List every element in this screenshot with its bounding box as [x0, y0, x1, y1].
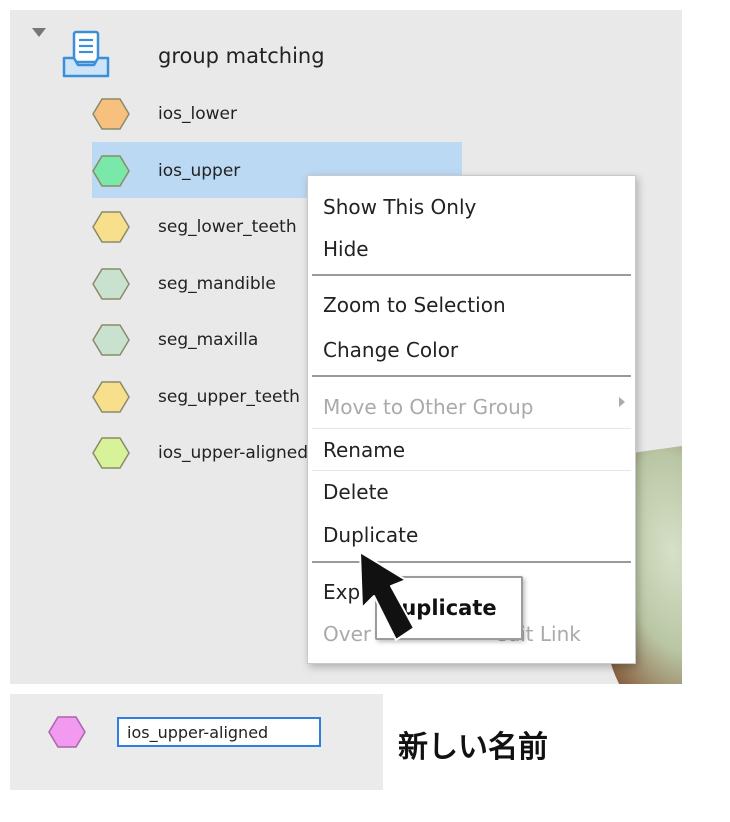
tree-item[interactable]: ios_upper-aligned — [158, 433, 308, 473]
rename-input[interactable] — [117, 717, 321, 747]
tree-item-label: seg_lower_teeth — [158, 217, 297, 237]
item-hex-icon — [92, 98, 130, 130]
menu-item-duplicate[interactable]: Duplicate — [323, 523, 418, 547]
tree-item-label: ios_upper — [158, 160, 241, 181]
item-hex-icon — [92, 267, 130, 300]
tree-item[interactable]: seg_maxilla — [158, 320, 258, 360]
menu-item-show-this-only[interactable]: Show This Only — [323, 195, 476, 219]
menu-item-delete[interactable]: Delete — [323, 480, 389, 504]
tree-item-label: ios_lower — [158, 104, 237, 124]
tree-item[interactable]: seg_mandible — [158, 264, 276, 304]
group-tray-icon — [60, 28, 114, 80]
menu-item-hide[interactable]: Hide — [323, 237, 369, 261]
expand-caret-icon[interactable] — [32, 28, 46, 37]
menu-item-rename[interactable]: Rename — [323, 438, 405, 462]
group-label: group matching — [158, 44, 325, 68]
group-row[interactable]: group matching — [158, 36, 325, 76]
menu-separator — [312, 375, 631, 377]
menu-separator — [312, 274, 631, 276]
pointer-arrow-icon — [359, 551, 415, 641]
item-hex-icon — [92, 380, 130, 413]
menu-divider — [312, 428, 631, 429]
submenu-arrow-icon — [619, 397, 625, 407]
menu-item-change-color[interactable]: Change Color — [323, 338, 458, 362]
caption-new-name: 新しい名前 — [398, 730, 548, 765]
tree-item-label: seg_mandible — [158, 273, 276, 294]
rename-hex-icon — [48, 716, 86, 748]
tree-item[interactable]: seg_upper_teeth — [158, 377, 300, 417]
tree-item[interactable]: seg_lower_teeth — [158, 207, 297, 247]
tree-item[interactable]: ios_lower — [158, 94, 237, 134]
menu-divider — [312, 470, 631, 471]
item-hex-icon — [92, 211, 130, 243]
tree-item-label: ios_upper-aligned — [158, 443, 309, 463]
item-hex-icon — [92, 437, 130, 469]
item-hex-icon — [92, 154, 130, 187]
tree-item[interactable]: ios_upper — [158, 151, 240, 191]
menu-item-zoom-to-selection[interactable]: Zoom to Selection — [323, 293, 506, 317]
item-hex-icon — [92, 324, 130, 356]
menu-item-move-to-other-group: Move to Other Group — [323, 395, 534, 419]
tree-item-label: seg_upper_teeth — [158, 386, 300, 407]
tree-item-label: seg_maxilla — [158, 330, 259, 350]
